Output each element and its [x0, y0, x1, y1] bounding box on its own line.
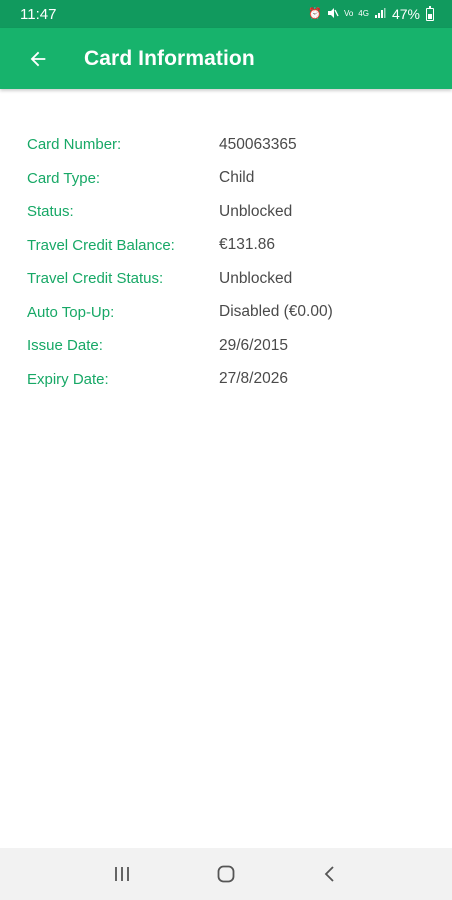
info-row-travel-credit-balance: Travel Credit Balance: €131.86 — [0, 229, 452, 263]
info-label: Issue Date: — [27, 337, 103, 355]
battery-percentage: 47% — [391, 6, 420, 22]
recent-apps-button[interactable] — [102, 854, 142, 894]
nav-back-button[interactable] — [310, 854, 350, 894]
arrow-left-icon — [30, 51, 46, 66]
info-row-expiry-date: Expiry Date: 27/8/2026 — [0, 363, 452, 397]
app-bar: Card Information — [0, 28, 452, 89]
system-nav-bar — [0, 848, 452, 900]
back-icon — [324, 866, 334, 882]
info-value: 29/6/2015 — [219, 336, 288, 354]
alarm-icon: ⏰ — [308, 7, 322, 20]
info-value: 27/8/2026 — [219, 370, 288, 388]
status-time: 11:47 — [20, 5, 57, 23]
home-icon — [217, 865, 235, 883]
info-label: Card Type: — [27, 169, 101, 187]
recent-apps-icon — [115, 867, 129, 881]
info-label: Card Number: — [27, 136, 122, 154]
battery-icon — [426, 5, 434, 21]
page-title: Card Information — [84, 46, 255, 70]
info-value: Disabled (€0.00) — [219, 303, 333, 321]
info-value: €131.86 — [219, 236, 276, 254]
info-value: Unblocked — [219, 202, 293, 220]
volte-icon: Vo — [343, 9, 354, 18]
info-row-auto-top-up: Auto Top-Up: Disabled (€0.00) — [0, 296, 452, 330]
data-4g-icon: 4G — [358, 9, 369, 18]
mute-icon — [327, 7, 339, 22]
info-row-status: Status: Unblocked — [0, 195, 452, 229]
info-value: Child — [219, 169, 255, 187]
info-row-issue-date: Issue Date: 29/6/2015 — [0, 329, 452, 363]
info-value: Unblocked — [219, 269, 293, 287]
info-row-card-type: Card Type: Child — [0, 162, 452, 196]
status-indicators: ⏰ Vo 4G 47% — [308, 5, 434, 22]
info-label: Status: — [27, 203, 74, 221]
info-row-card-number: Card Number: 450063365 — [0, 128, 452, 162]
info-label: Auto Top-Up: — [27, 303, 115, 321]
status-bar: 11:47 ⏰ Vo 4G 47% — [0, 0, 452, 28]
info-label: Travel Credit Status: — [27, 270, 164, 288]
info-label: Expiry Date: — [27, 370, 109, 388]
back-button[interactable] — [10, 31, 66, 87]
info-row-travel-credit-status: Travel Credit Status: Unblocked — [0, 262, 452, 296]
signal-icon — [374, 7, 386, 22]
home-button[interactable] — [206, 854, 246, 894]
info-value: 450063365 — [219, 135, 297, 153]
info-label: Travel Credit Balance: — [27, 236, 175, 254]
card-info-list: Card Number: 450063365 Card Type: Child … — [0, 128, 452, 396]
